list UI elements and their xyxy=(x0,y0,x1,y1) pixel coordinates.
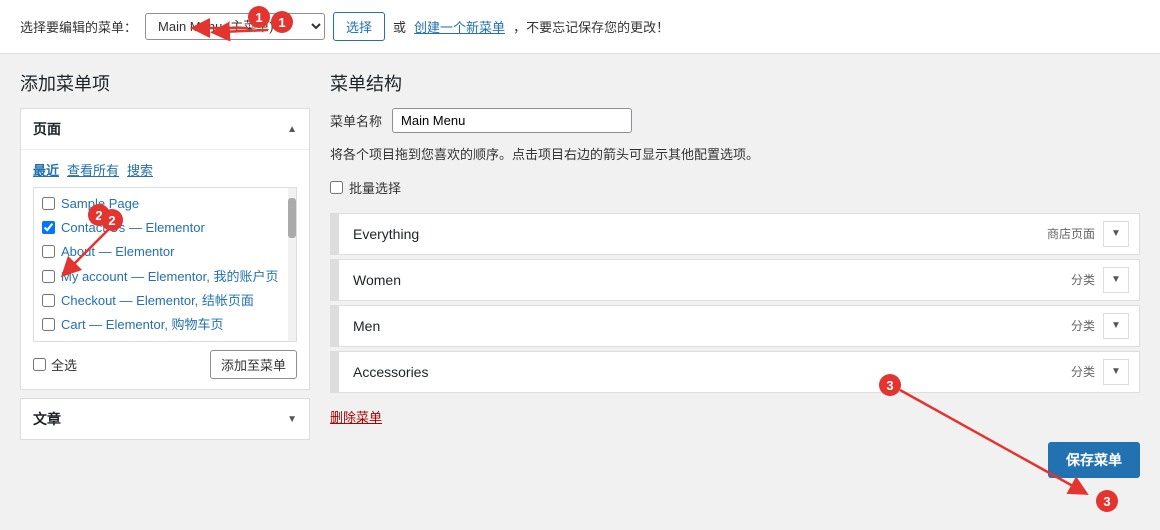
menu-item-handle-3[interactable] xyxy=(331,352,339,392)
menu-item-right-0: 商店页面 ▼ xyxy=(1047,221,1139,247)
menu-item-row-3: Accessories 分类 ▼ xyxy=(330,351,1140,393)
list-item: About — Elementor xyxy=(34,240,296,264)
add-to-menu-button[interactable]: 添加至菜单 xyxy=(210,350,297,379)
tab-recent[interactable]: 最近 xyxy=(33,160,59,179)
select-button[interactable]: 选择 xyxy=(333,12,385,41)
delete-menu-link[interactable]: 删除菜单 xyxy=(330,407,382,426)
articles-chevron-icon: ▼ xyxy=(287,414,297,425)
page-item-label-2: About — Elementor xyxy=(61,243,174,261)
left-panel: 添加菜单项 页面 ▲ 最近 查看所有 搜索 Sampl xyxy=(20,70,310,440)
create-menu-link[interactable]: 创建一个新菜单 xyxy=(414,17,505,36)
menu-item-handle-0[interactable] xyxy=(331,214,339,254)
scrollbar[interactable] xyxy=(288,188,296,341)
batch-select-row: 批量选择 xyxy=(330,178,1140,197)
menu-item-tag-3: 分类 xyxy=(1071,363,1095,380)
menu-item-label-1: Women xyxy=(339,272,1071,288)
select-all-label[interactable]: 全选 xyxy=(33,355,77,374)
menu-item-row-0: Everything 商店页面 ▼ xyxy=(330,213,1140,255)
tab-view-all[interactable]: 查看所有 xyxy=(67,160,119,179)
topbar-or: 或 xyxy=(393,17,406,36)
menu-item-handle-1[interactable] xyxy=(331,260,339,300)
articles-header-label: 文章 xyxy=(33,409,61,429)
page-tabs: 最近 查看所有 搜索 xyxy=(33,160,297,179)
menu-select-wrapper: Main Menu (主菜单) Secondary Menu Footer Me… xyxy=(145,13,325,40)
pages-section: 页面 ▲ 最近 查看所有 搜索 Sample Page xyxy=(20,108,310,390)
topbar-label: 选择要编辑的菜单： xyxy=(20,17,137,36)
menu-item-label-0: Everything xyxy=(339,226,1047,242)
menu-hint: 将各个项目拖到您喜欢的顺序。点击项目右边的箭头可显示其他配置选项。 xyxy=(330,145,1140,166)
page-item-label-5: Cart — Elementor, 购物车页 xyxy=(61,316,224,334)
menu-item-expand-1[interactable]: ▼ xyxy=(1103,267,1129,293)
right-panel-title: 菜单结构 xyxy=(330,70,1140,96)
menu-name-label: 菜单名称 xyxy=(330,111,382,130)
menu-item-right-1: 分类 ▼ xyxy=(1071,267,1139,293)
menu-item-label-3: Accessories xyxy=(339,364,1071,380)
right-panel: 菜单结构 菜单名称 将各个项目拖到您喜欢的顺序。点击项目右边的箭头可显示其他配置… xyxy=(330,70,1140,478)
pages-chevron-icon: ▲ xyxy=(287,124,297,135)
save-row: 保存菜单 xyxy=(330,442,1140,478)
scrollbar-thumb xyxy=(288,198,296,238)
pages-accordion-header[interactable]: 页面 ▲ xyxy=(21,109,309,149)
menu-item-tag-2: 分类 xyxy=(1071,317,1095,334)
page-item-checkbox-0[interactable] xyxy=(42,197,55,210)
menu-name-row: 菜单名称 xyxy=(330,108,1140,133)
page-list-scroll: Sample Page Contact Us — Elementor About… xyxy=(33,187,297,342)
menu-item-expand-3[interactable]: ▼ xyxy=(1103,359,1129,385)
list-item: Contact Us — Elementor xyxy=(34,216,296,240)
page-item-checkbox-1[interactable] xyxy=(42,221,55,234)
batch-select-label: 批量选择 xyxy=(349,178,401,197)
topbar-hint: ，不要忘记保存您的更改！ xyxy=(513,17,669,36)
list-item: My account — Elementor, 我的账户页 xyxy=(34,265,296,289)
menu-items: Everything 商店页面 ▼ Women 分类 ▼ xyxy=(330,213,1140,393)
list-item: Cart — Elementor, 购物车页 xyxy=(34,313,296,337)
annotation-3: 3 xyxy=(1096,490,1118,512)
menu-item-expand-2[interactable]: ▼ xyxy=(1103,313,1129,339)
list-item: Sample Page xyxy=(34,192,296,216)
select-all-checkbox[interactable] xyxy=(33,358,46,371)
page-item-label-4: Checkout — Elementor, 结帐页面 xyxy=(61,292,254,310)
page-item-checkbox-3[interactable] xyxy=(42,270,55,283)
save-menu-button[interactable]: 保存菜单 xyxy=(1048,442,1140,478)
bottom-row: 全选 添加至菜单 xyxy=(33,350,297,379)
menu-select-dropdown[interactable]: Main Menu (主菜单) Secondary Menu Footer Me… xyxy=(145,13,325,40)
top-bar: 选择要编辑的菜单： Main Menu (主菜单) Secondary Menu… xyxy=(0,0,1160,54)
menu-item-tag-0: 商店页面 xyxy=(1047,225,1095,242)
menu-item-right-3: 分类 ▼ xyxy=(1071,359,1139,385)
page-item-label-1: Contact Us — Elementor xyxy=(61,219,205,237)
page-item-label-0: Sample Page xyxy=(61,195,139,213)
articles-accordion-header[interactable]: 文章 ▼ xyxy=(21,399,309,439)
batch-select-checkbox[interactable] xyxy=(330,181,343,194)
pages-header-label: 页面 xyxy=(33,119,61,139)
page-item-label-3: My account — Elementor, 我的账户页 xyxy=(61,268,278,286)
menu-item-row-1: Women 分类 ▼ xyxy=(330,259,1140,301)
pages-accordion-body: 最近 查看所有 搜索 Sample Page Contact Us — Elem… xyxy=(21,149,309,389)
page-item-checkbox-4[interactable] xyxy=(42,294,55,307)
page-item-checkbox-5[interactable] xyxy=(42,318,55,331)
list-item: Checkout — Elementor, 结帐页面 xyxy=(34,289,296,313)
menu-name-input[interactable] xyxy=(392,108,632,133)
menu-item-row-2: Men 分类 ▼ xyxy=(330,305,1140,347)
menu-item-tag-1: 分类 xyxy=(1071,271,1095,288)
main-content: 添加菜单项 页面 ▲ 最近 查看所有 搜索 Sampl xyxy=(0,54,1160,494)
select-all-text: 全选 xyxy=(51,355,77,374)
page-item-checkbox-2[interactable] xyxy=(42,245,55,258)
menu-item-handle-2[interactable] xyxy=(331,306,339,346)
menu-item-label-2: Men xyxy=(339,318,1071,334)
menu-item-expand-0[interactable]: ▼ xyxy=(1103,221,1129,247)
articles-section: 文章 ▼ xyxy=(20,398,310,440)
left-panel-title: 添加菜单项 xyxy=(20,70,310,96)
tab-search[interactable]: 搜索 xyxy=(127,160,153,179)
menu-item-right-2: 分类 ▼ xyxy=(1071,313,1139,339)
